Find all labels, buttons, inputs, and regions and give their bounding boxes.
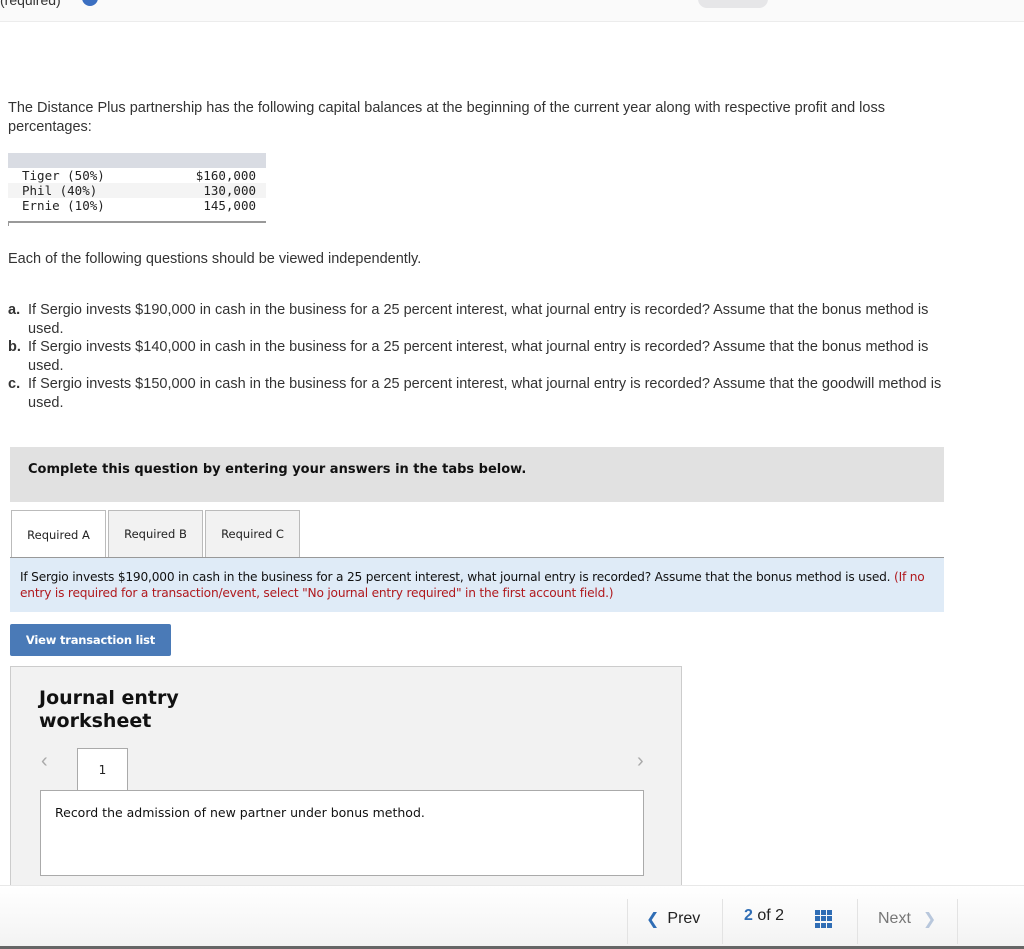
current-page: 2: [744, 907, 753, 924]
divider: [627, 899, 628, 944]
worksheet-instruction-box: Record the admission of new partner unde…: [40, 790, 644, 876]
question-label: c.: [8, 376, 21, 392]
journal-entry-worksheet: Journal entry worksheet ‹ 1 › Record the…: [10, 666, 682, 896]
question-label: a.: [8, 302, 21, 318]
table-row: Tiger (50%) $160,000: [8, 168, 266, 183]
question-list: a. If Sergio invests $190,000 in cash in…: [8, 301, 953, 412]
next-button[interactable]: Next ❯: [878, 909, 936, 929]
required-tabs: Required A Required B Required C: [11, 510, 302, 559]
worksheet-instruction: Record the admission of new partner unde…: [55, 805, 425, 820]
chevron-right-icon: ❯: [922, 911, 937, 928]
worksheet-title: Journal entry worksheet: [39, 687, 179, 732]
top-pill-button[interactable]: [698, 0, 768, 8]
capital-balances-table: Tiger (50%) $160,000 Phil (40%) 130,000 …: [8, 153, 266, 226]
question-text: If Sergio invests $140,000 in cash in th…: [28, 339, 929, 374]
partner-name: Phil (40%): [22, 183, 98, 198]
divider: [857, 899, 858, 944]
worksheet-page-tab[interactable]: 1: [77, 748, 128, 791]
view-transaction-list-button[interactable]: View transaction list: [10, 624, 171, 656]
partner-balance: 130,000: [203, 183, 256, 198]
complete-banner-text: Complete this question by entering your …: [28, 462, 527, 477]
partner-balance: 145,000: [203, 198, 256, 213]
total-pages: 2: [775, 907, 785, 924]
question-item: b. If Sergio invests $140,000 in cash in…: [8, 338, 953, 375]
top-bar: (required): [0, 0, 1024, 22]
grid-icon[interactable]: [815, 910, 833, 928]
prompt-text: If Sergio invests $190,000 in cash in th…: [20, 570, 891, 584]
partner-name: Ernie (10%): [22, 198, 105, 213]
partner-balance: $160,000: [195, 168, 256, 183]
prev-label: Prev: [667, 910, 701, 927]
prev-button[interactable]: ❮ Prev: [646, 909, 700, 929]
chevron-left-icon: ❮: [646, 911, 660, 928]
info-icon[interactable]: [82, 0, 98, 6]
question-prompt: If Sergio invests $190,000 in cash in th…: [10, 558, 944, 612]
question-text: If Sergio invests $150,000 in cash in th…: [28, 376, 942, 411]
divider: [957, 899, 958, 944]
independent-note: Each of the following questions should b…: [8, 251, 422, 267]
chevron-right-icon[interactable]: ›: [637, 750, 644, 773]
prompt-paragraph: If Sergio invests $190,000 in cash in th…: [20, 569, 930, 601]
complete-banner: Complete this question by entering your …: [10, 447, 944, 502]
table-row: Phil (40%) 130,000: [8, 183, 266, 198]
tab-required-a[interactable]: Required A: [11, 510, 106, 559]
partner-name: Tiger (50%): [22, 168, 105, 183]
table-row: Ernie (10%) 145,000: [8, 198, 266, 213]
question-label: b.: [8, 339, 21, 355]
question-item: a. If Sergio invests $190,000 in cash in…: [8, 301, 953, 338]
chevron-left-icon[interactable]: ‹: [41, 750, 48, 773]
of-label: of: [757, 907, 771, 924]
intro-text: The Distance Plus partnership has the fo…: [8, 100, 885, 135]
page-indicator: 2 of 2: [744, 907, 784, 925]
table-footer-rule: [8, 221, 266, 226]
bottom-navigation: ❮ Prev 2 of 2 Next ❯: [0, 885, 1024, 949]
tab-required-b[interactable]: Required B: [108, 510, 203, 557]
next-label: Next: [878, 910, 911, 927]
required-label: (required): [0, 0, 61, 8]
question-text: If Sergio invests $190,000 in cash in th…: [28, 302, 929, 337]
question-item: c. If Sergio invests $150,000 in cash in…: [8, 375, 953, 412]
table-header: [8, 153, 266, 168]
tab-required-c[interactable]: Required C: [205, 510, 300, 557]
divider: [722, 899, 723, 944]
